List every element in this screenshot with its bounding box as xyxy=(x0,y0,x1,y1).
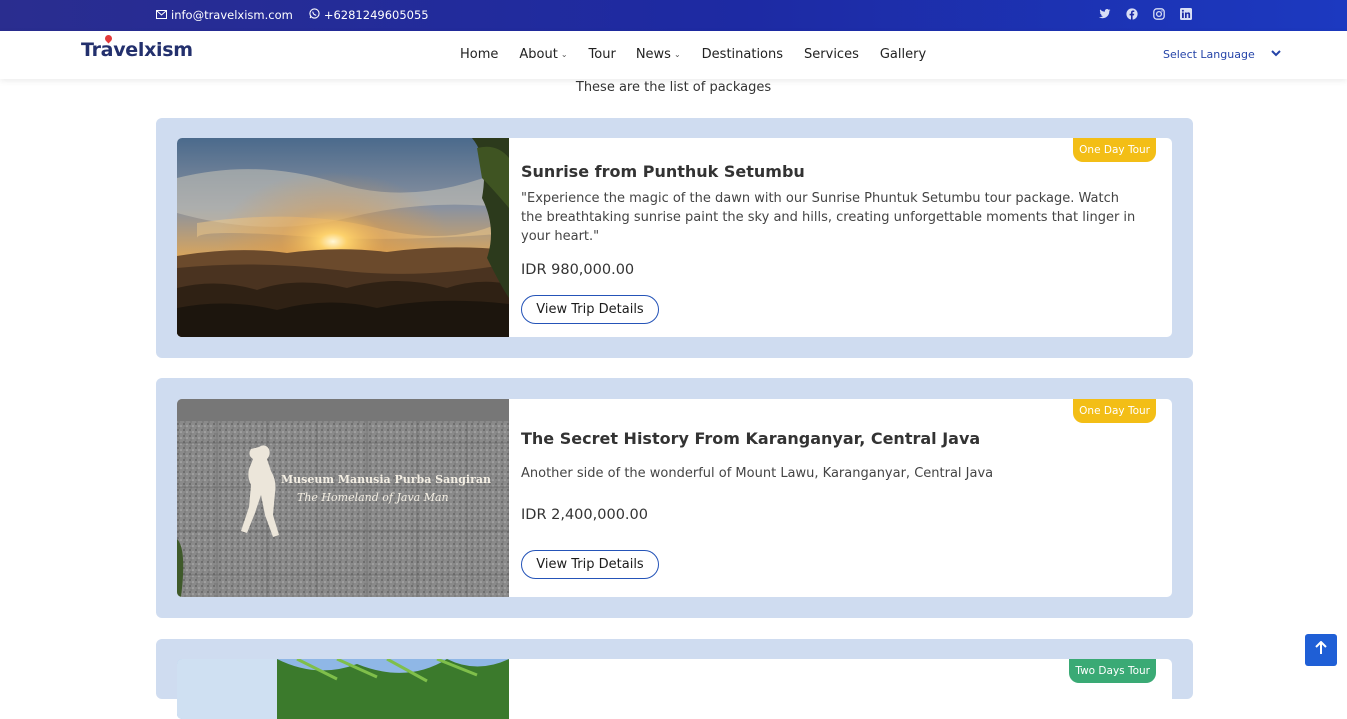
tour-type-badge: One Day Tour xyxy=(1073,138,1156,162)
twitter-icon[interactable] xyxy=(1098,7,1112,21)
package-description: Another side of the wonderful of Mount L… xyxy=(521,466,994,481)
package-description: "Experience the magic of the dawn with o… xyxy=(521,191,1136,244)
package-card: Two Days Tour xyxy=(177,659,1172,719)
language-label: Select Language xyxy=(1163,48,1255,61)
package-image-beach[interactable] xyxy=(177,659,509,719)
package-title[interactable]: The Secret History From Karanganyar, Cen… xyxy=(521,429,980,448)
main-menu: Home About ⌄ Tour News ⌄ Destinations Serv… xyxy=(460,47,926,62)
svg-text:The Homeland of Java Man: The Homeland of Java Man xyxy=(297,491,449,504)
email-link[interactable]: info@travelxism.com xyxy=(156,8,293,22)
tour-type-badge: Two Days Tour xyxy=(1069,659,1156,683)
top-bar: info@travelxism.com +6281249605055 xyxy=(0,0,1347,31)
instagram-icon[interactable] xyxy=(1152,7,1166,21)
nav-home[interactable]: Home xyxy=(460,47,498,62)
svg-text:Museum Manusia Purba Sangiran: Museum Manusia Purba Sangiran xyxy=(281,473,491,486)
package-title[interactable]: Sunrise from Punthuk Setumbu xyxy=(521,162,805,181)
nav-destinations[interactable]: Destinations xyxy=(702,47,783,62)
tour-type-badge: One Day Tour xyxy=(1073,399,1156,423)
back-to-top-button[interactable] xyxy=(1305,634,1337,666)
nav-about[interactable]: About ⌄ xyxy=(519,47,567,62)
linkedin-icon[interactable] xyxy=(1179,7,1193,21)
package-price: IDR 980,000.00 xyxy=(521,262,635,278)
view-trip-details-button[interactable]: View Trip Details xyxy=(521,295,659,324)
site-logo[interactable]: Travelxism xyxy=(81,39,193,61)
nav-news[interactable]: News ⌄ xyxy=(636,47,681,62)
social-links xyxy=(1098,7,1193,21)
chevron-down-icon: ⌄ xyxy=(673,50,681,59)
phone-link[interactable]: +6281249605055 xyxy=(309,8,429,22)
package-card-wrapper: One Day Tour Sunrise from Punthuk Setumb… xyxy=(156,118,1193,358)
email-text: info@travelxism.com xyxy=(171,8,293,22)
package-image-sunrise[interactable] xyxy=(177,138,509,337)
whatsapp-icon xyxy=(309,8,320,22)
package-image-museum[interactable]: Museum Manusia Purba Sangiran The Homela… xyxy=(177,399,509,597)
facebook-icon[interactable] xyxy=(1125,7,1139,21)
main-navbar: Travelxism Home About ⌄ Tour News ⌄ Destin… xyxy=(0,31,1347,79)
package-price: IDR 2,400,000.00 xyxy=(521,507,648,523)
nav-gallery[interactable]: Gallery xyxy=(880,47,926,62)
package-card: Museum Manusia Purba Sangiran The Homela… xyxy=(177,399,1172,597)
chevron-down-icon xyxy=(1271,49,1281,60)
contact-info: info@travelxism.com +6281249605055 xyxy=(156,8,429,22)
view-trip-details-button[interactable]: View Trip Details xyxy=(521,550,659,579)
phone-text: +6281249605055 xyxy=(323,8,429,22)
package-card: One Day Tour Sunrise from Punthuk Setumb… xyxy=(177,138,1172,337)
chevron-down-icon: ⌄ xyxy=(560,50,568,59)
mail-icon xyxy=(156,8,167,22)
packages-intro: These are the list of packages xyxy=(575,80,772,95)
package-card-wrapper: Museum Manusia Purba Sangiran The Homela… xyxy=(156,378,1193,618)
nav-services[interactable]: Services xyxy=(804,47,859,62)
nav-tour[interactable]: Tour xyxy=(589,47,616,62)
arrow-up-icon xyxy=(1315,640,1327,659)
language-select[interactable]: Select Language xyxy=(1163,48,1281,61)
package-card-wrapper: Two Days Tour xyxy=(156,639,1193,719)
